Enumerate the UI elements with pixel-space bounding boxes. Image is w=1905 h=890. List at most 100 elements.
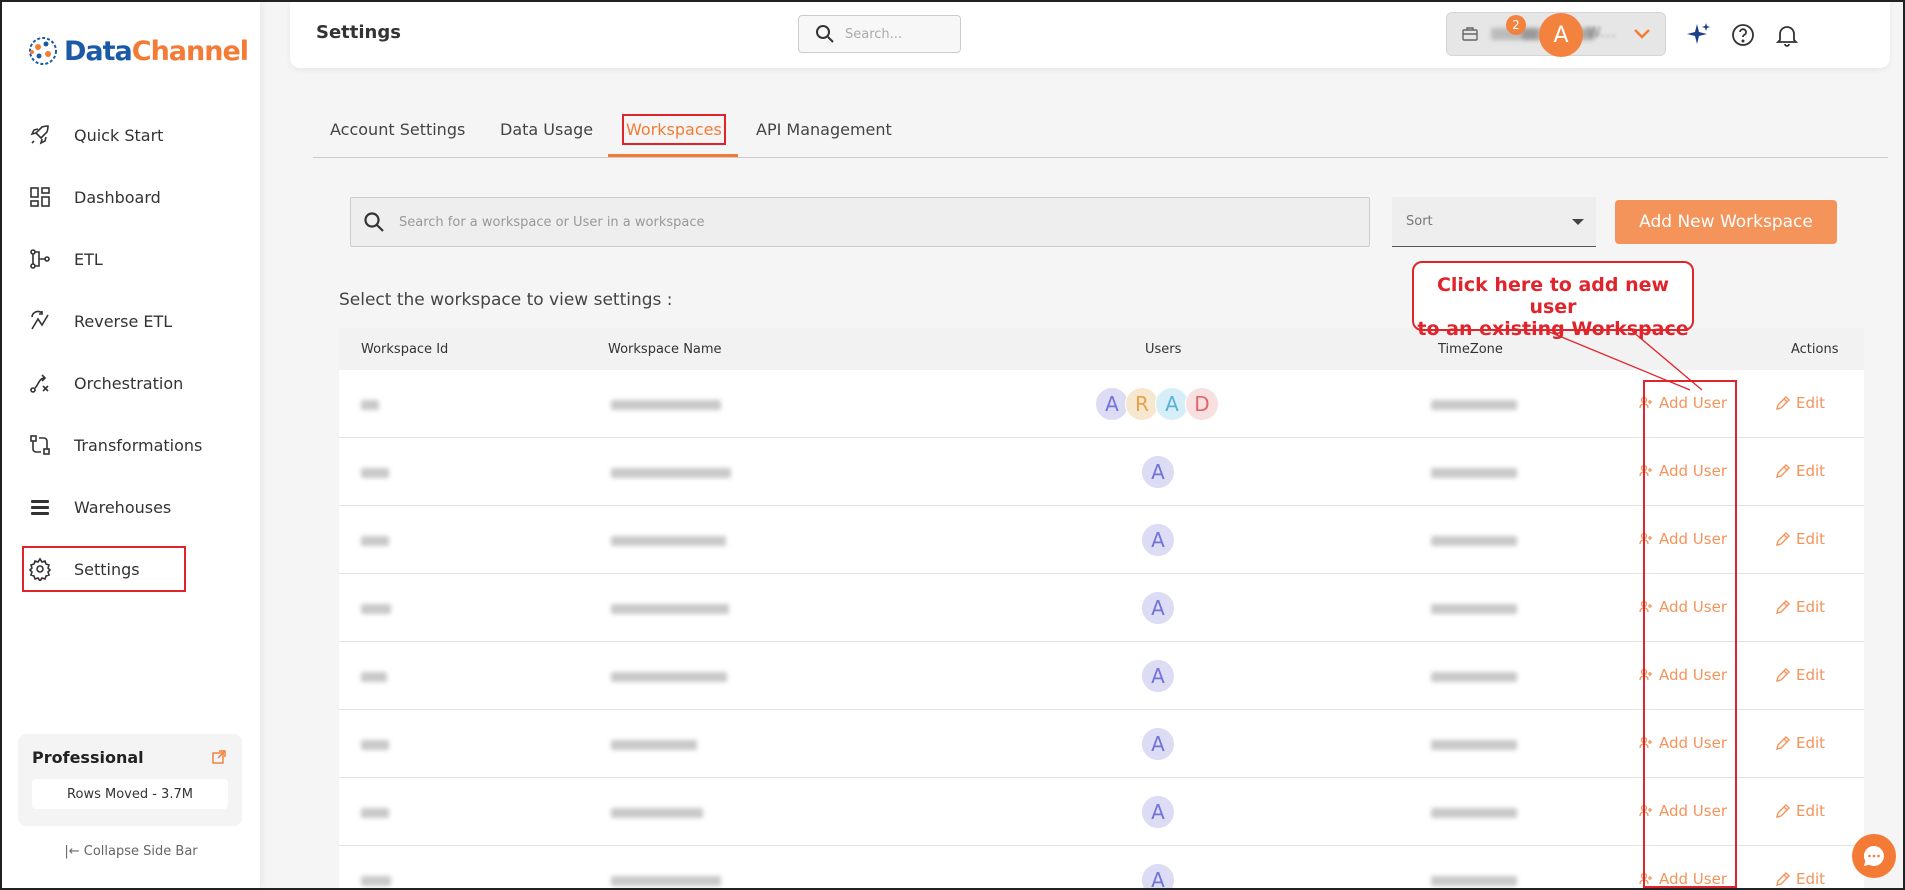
user-avatar-chip[interactable]: A [1141, 591, 1175, 625]
sparkle-icon[interactable] [1686, 22, 1712, 48]
edit-label: Edit [1796, 666, 1826, 684]
search-icon [816, 25, 834, 43]
tab-data-usage[interactable]: Data Usage [500, 120, 593, 139]
table-row: A Add User Edit [339, 438, 1864, 506]
help-icon[interactable] [1730, 22, 1756, 48]
column-header-workspace-id: Workspace Id [361, 342, 449, 357]
external-link-icon[interactable] [212, 750, 226, 764]
tab-workspaces[interactable]: Workspaces [622, 114, 726, 145]
edit-label: Edit [1796, 530, 1826, 548]
sidebar-item-orchestration[interactable]: Orchestration [22, 352, 242, 414]
orchestration-icon [30, 374, 49, 393]
briefcase-icon [1462, 27, 1478, 41]
edit-label: Edit [1796, 802, 1826, 820]
chevron-down-icon [1634, 29, 1650, 39]
collapse-sidebar-button[interactable]: |← Collapse Side Bar [2, 844, 260, 859]
datachannel-logo[interactable]: DataChannel [26, 34, 249, 68]
collapse-label: Collapse Side Bar [83, 844, 198, 859]
add-user-column-highlight [1643, 380, 1737, 888]
logo-icon [29, 37, 57, 65]
active-tab-indicator [608, 154, 738, 157]
sort-select[interactable]: Sort [1392, 197, 1596, 247]
users-avatars: A [1141, 727, 1175, 761]
edit-button[interactable]: Edit [1775, 802, 1825, 820]
user-avatar-chip[interactable]: D [1185, 387, 1219, 421]
sidebar-item-label: Warehouses [74, 497, 172, 517]
sidebar-item-label: Transformations [74, 435, 203, 455]
sidebar-item-warehouses[interactable]: Warehouses [22, 476, 242, 538]
edit-button[interactable]: Edit [1775, 734, 1825, 752]
rows-moved: Rows Moved - 3.7M [32, 779, 228, 809]
annotation-line1: Click here to add new user [1436, 274, 1670, 318]
user-avatar-chip[interactable]: R [1125, 387, 1159, 421]
header-search-input[interactable]: Search... [798, 15, 961, 53]
pencil-icon [1776, 463, 1790, 478]
edit-label: Edit [1796, 598, 1826, 616]
annotation-callout: Click here to add new user to an existin… [1412, 261, 1694, 340]
page-title: Settings [316, 22, 401, 43]
workspace-id-redacted [361, 604, 391, 614]
plan-box: Professional Rows Moved - 3.7M [18, 734, 242, 826]
user-avatar-chip[interactable]: A [1155, 387, 1189, 421]
user-avatar-chip[interactable]: A [1141, 659, 1175, 693]
sort-label: Sort [1406, 214, 1433, 229]
pencil-icon [1776, 735, 1790, 750]
edit-button[interactable]: Edit [1775, 394, 1825, 412]
edit-button[interactable]: Edit [1775, 666, 1825, 684]
workspace-search-input[interactable]: Search for a workspace or User in a work… [350, 197, 1370, 247]
timezone-redacted [1431, 672, 1517, 682]
sidebar-item-transformations[interactable]: Transformations [22, 414, 242, 476]
pencil-icon [1776, 871, 1790, 886]
sidebar-item-dashboard[interactable]: Dashboard [22, 166, 242, 228]
tab-account-settings[interactable]: Account Settings [330, 120, 465, 139]
sidebar-item-etl[interactable]: ETL [22, 228, 242, 290]
table-row: A Add User Edit [339, 778, 1864, 846]
sidebar: DataChannel Quick Start Dashboard ETL Re… [2, 2, 260, 888]
table-row: A Add User Edit [339, 506, 1864, 574]
edit-button[interactable]: Edit [1775, 598, 1825, 616]
bell-icon[interactable] [1774, 22, 1800, 48]
timezone-redacted [1431, 876, 1517, 886]
workspace-name-redacted [611, 604, 729, 614]
sidebar-item-settings[interactable]: Settings [22, 546, 186, 592]
search-icon [364, 212, 384, 232]
column-header-actions: Actions [1791, 342, 1839, 357]
chat-button[interactable] [1852, 834, 1896, 878]
workspace-id-redacted [361, 740, 389, 750]
column-header-users: Users [1145, 342, 1182, 357]
sidebar-nav: Quick Start Dashboard ETL Reverse ETL Or… [22, 104, 242, 600]
workspace-name-redacted [611, 672, 727, 682]
header-search-placeholder: Search... [845, 26, 903, 42]
users-avatars: A [1141, 591, 1175, 625]
workspace-name-redacted [611, 536, 726, 546]
user-avatar-chip[interactable]: A [1141, 863, 1175, 888]
reverse-etl-icon [31, 310, 49, 330]
sidebar-item-label: Quick Start [74, 125, 164, 145]
user-avatar[interactable]: A [1539, 13, 1583, 57]
chat-icon [1863, 845, 1884, 866]
user-avatar-chip[interactable]: A [1141, 523, 1175, 557]
sidebar-item-quick-start[interactable]: Quick Start [22, 104, 242, 166]
user-avatar-chip[interactable]: A [1141, 727, 1175, 761]
user-avatar-chip[interactable]: A [1141, 455, 1175, 489]
workspace-label: W... [1587, 25, 1617, 41]
user-avatar-chip[interactable]: A [1141, 795, 1175, 829]
users-avatars: A [1141, 455, 1175, 489]
tab-api-management[interactable]: API Management [756, 120, 892, 139]
table-row: A Add User Edit [339, 710, 1864, 778]
pencil-icon [1776, 599, 1790, 614]
caret-down-icon [1572, 219, 1584, 225]
edit-button[interactable]: Edit [1775, 870, 1825, 888]
user-avatar-chip[interactable]: A [1095, 387, 1129, 421]
notification-badge: 2 [1506, 15, 1526, 35]
timezone-redacted [1431, 808, 1517, 818]
add-new-workspace-button[interactable]: Add New Workspace [1615, 200, 1837, 244]
edit-button[interactable]: Edit [1775, 530, 1825, 548]
pencil-icon [1776, 395, 1790, 410]
workspace-id-redacted [361, 672, 387, 682]
workspace-id-redacted [361, 876, 391, 886]
sidebar-item-label: Settings [74, 559, 140, 579]
edit-button[interactable]: Edit [1775, 462, 1825, 480]
table-row: A Add User Edit [339, 574, 1864, 642]
sidebar-item-reverse-etl[interactable]: Reverse ETL [22, 290, 242, 352]
